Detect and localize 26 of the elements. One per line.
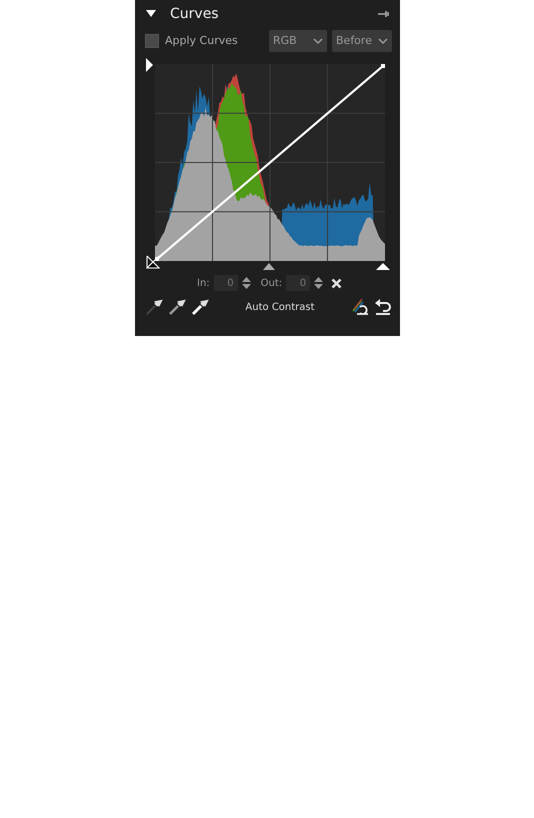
collapse-triangle-icon[interactable] [146,10,156,18]
in-label: In: [197,278,210,288]
midtone-eyedropper-icon[interactable] [168,298,186,316]
shadow-eyedropper-icon[interactable] [145,298,163,316]
out-label: Out: [260,278,282,288]
out-spinner-icon[interactable] [313,276,324,290]
auto-contrast-button[interactable]: Auto Contrast [228,302,332,312]
in-field[interactable]: 0 [214,275,238,291]
reset-channels-icon[interactable] [351,299,369,315]
chevron-down-icon[interactable] [378,38,388,44]
delete-point-icon[interactable] [331,278,342,288]
out-field[interactable]: 0 [286,275,310,291]
reset-icon[interactable] [374,299,392,315]
apply-curves-checkbox[interactable] [145,34,159,48]
shadow-point-handle[interactable] [146,255,160,269]
highlight-point-handle[interactable] [376,263,390,270]
in-spinner-icon[interactable] [240,276,252,290]
output-highlight-handle[interactable] [146,58,153,72]
midtone-handle[interactable] [263,263,275,270]
panel-title: Curves [170,6,220,22]
apply-curves-label: Apply Curves [165,34,239,47]
highlight-eyedropper-icon[interactable] [191,298,209,316]
pin-icon[interactable] [378,10,390,18]
view-dropdown[interactable]: Before [332,30,392,52]
channel-dropdown[interactable]: RGB [269,30,327,52]
chevron-down-icon[interactable] [313,38,323,44]
